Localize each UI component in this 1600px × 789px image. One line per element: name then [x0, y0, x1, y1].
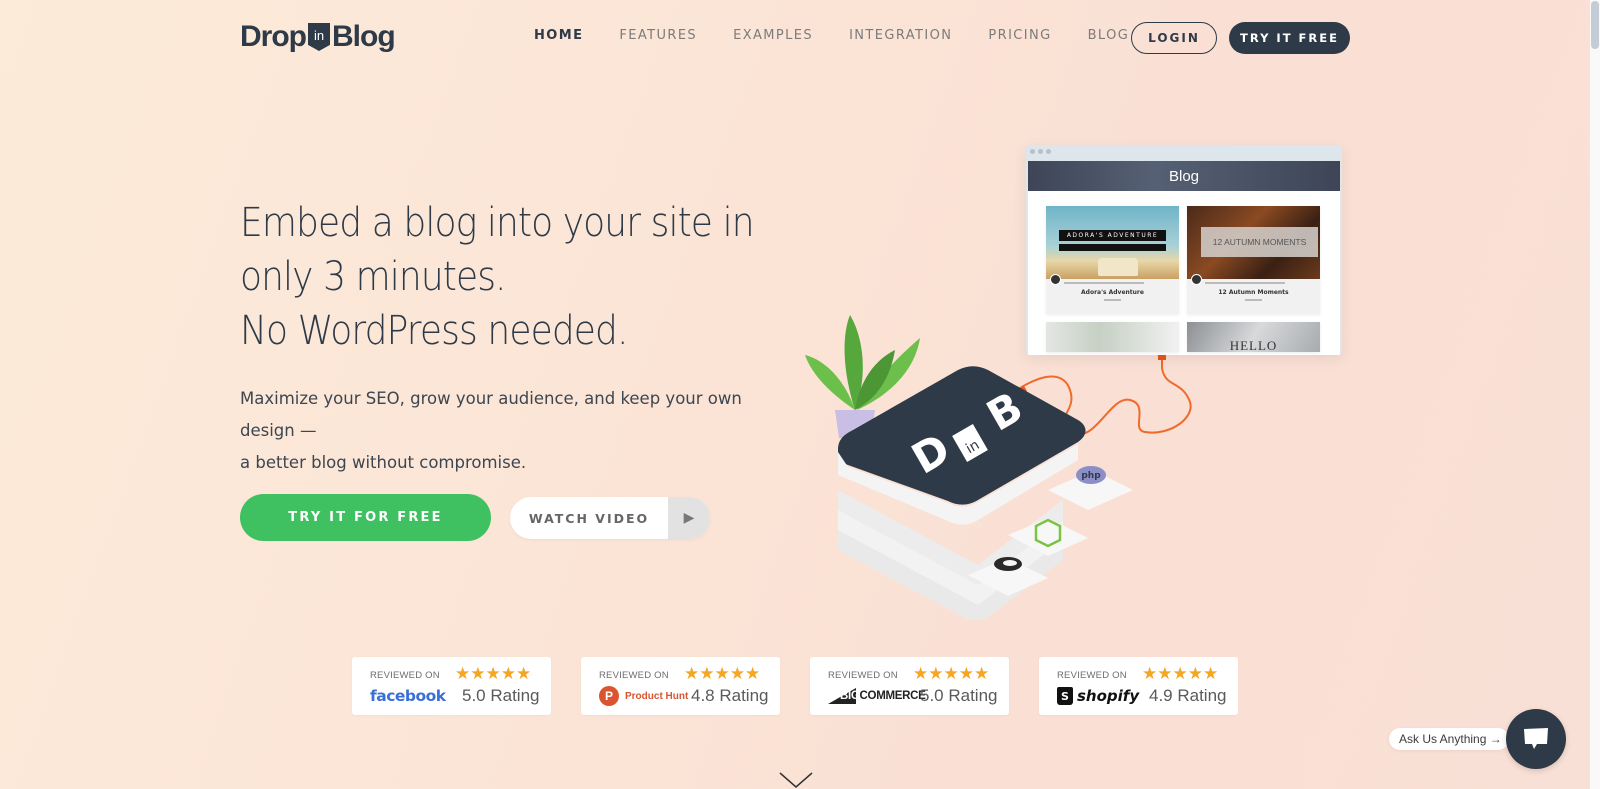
review-card-facebook[interactable]: REVIEWED ON ★★★★★ facebook 5.0 Rating — [352, 657, 551, 715]
watch-video-label: WATCH VIDEO — [528, 510, 650, 526]
chat-bubble-icon — [1524, 728, 1548, 749]
van-image — [1098, 258, 1138, 276]
main-nav: HOME FEATURES EXAMPLES INTEGRATION PRICI… — [534, 28, 1165, 43]
blog-banner: Blog — [1028, 161, 1340, 191]
review-badges: REVIEWED ON ★★★★★ facebook 5.0 Rating RE… — [352, 657, 1238, 715]
nav-home[interactable]: HOME — [534, 28, 583, 43]
star-rating: ★★★★★ — [684, 664, 761, 684]
blog-card — [1046, 322, 1179, 352]
dropinblog-server-stack: php D in B — [838, 366, 1133, 620]
rating-value: 4.9 Rating — [1149, 686, 1227, 705]
hero-title-line: Embed a blog into your site in — [240, 200, 755, 246]
rating-value: 5.0 Rating — [462, 686, 540, 705]
review-card-shopify[interactable]: REVIEWED ON ★★★★★ S shopify 4.9 Rating — [1039, 657, 1238, 715]
nav-features[interactable]: FEATURES — [619, 28, 697, 43]
dropinblog-logo[interactable]: Drop in Blog — [240, 20, 396, 54]
landing-page: Drop in Blog HOME FEATURES EXAMPLES INTE… — [0, 0, 1590, 789]
hero-title: Embed a blog into your site in only 3 mi… — [240, 196, 800, 358]
review-card-producthunt[interactable]: REVIEWED ON ★★★★★ P Product Hunt 4.8 Rat… — [581, 657, 780, 715]
svg-text:php: php — [1081, 471, 1101, 481]
star-rating: ★★★★★ — [913, 664, 990, 684]
reviewed-on-label: REVIEWED ON — [828, 670, 898, 681]
reviewed-on-label: REVIEWED ON — [1057, 670, 1127, 681]
review-card-bigcommerce[interactable]: REVIEWED ON ★★★★★ BIG COMMERCE 5.0 Ratin… — [810, 657, 1009, 715]
play-icon: ▶ — [668, 497, 710, 539]
scrollbar-thumb[interactable] — [1591, 1, 1599, 49]
hero-title-line: only 3 minutes. — [240, 254, 507, 300]
author-avatar — [1191, 274, 1202, 285]
browser-window-dots — [1030, 149, 1051, 154]
reviewed-on-label: REVIEWED ON — [599, 670, 669, 681]
producthunt-icon: P — [599, 686, 619, 706]
star-rating: ★★★★★ — [1142, 664, 1219, 684]
blog-card: 12 AUTUMN MOMENTS 12 Autumn Moments — [1187, 206, 1320, 314]
nav-examples[interactable]: EXAMPLES — [733, 28, 813, 43]
hero-subtitle-line: a better blog without compromise. — [240, 453, 527, 472]
try-it-free-button[interactable]: TRY IT FREE — [1229, 22, 1350, 54]
rating-value: 4.8 Rating — [691, 686, 769, 705]
hero-subtitle: Maximize your SEO, grow your audience, a… — [240, 383, 800, 479]
shopify-logo: S shopify — [1057, 685, 1139, 707]
rating-value: 5.0 Rating — [920, 686, 998, 705]
ask-us-anything-prompt[interactable]: Ask Us Anything → — [1389, 728, 1509, 750]
blog-card: ADORA'S ADVENTURE Adora's Adventure — [1046, 206, 1179, 314]
card-image-text: 12 AUTUMN MOMENTS — [1201, 227, 1318, 257]
scroll-down-chevron-icon[interactable] — [778, 771, 814, 789]
login-button[interactable]: LOGIN — [1131, 22, 1217, 54]
logo-text-blog: Blog — [332, 20, 396, 53]
logo-badge: in — [308, 23, 330, 51]
hero-subtitle-line: Maximize your SEO, grow your audience, a… — [240, 389, 742, 440]
bigcommerce-logo: BIG COMMERCE — [828, 685, 926, 707]
nav-pricing[interactable]: PRICING — [988, 28, 1051, 43]
star-rating: ★★★★★ — [455, 664, 532, 684]
facebook-logo: facebook — [370, 687, 446, 705]
nav-integration[interactable]: INTEGRATION — [849, 28, 952, 43]
hero-illustration: Blog ADORA'S ADVENTURE Adora's Adventure — [805, 140, 1350, 620]
producthunt-logo: P Product Hunt — [599, 685, 688, 707]
blog-browser-mockup: Blog ADORA'S ADVENTURE Adora's Adventure — [1026, 145, 1342, 355]
chat-launcher-button[interactable] — [1506, 709, 1566, 769]
shopify-bag-icon: S — [1057, 687, 1073, 705]
watch-video-button[interactable]: WATCH VIDEO ▶ — [510, 497, 710, 539]
card-image-text: ADORA'S ADVENTURE — [1059, 230, 1166, 241]
card-title: 12 Autumn Moments — [1218, 289, 1289, 296]
card-image-text: HELLO — [1229, 338, 1278, 353]
reviewed-on-label: REVIEWED ON — [370, 670, 440, 681]
blog-card-grid: ADORA'S ADVENTURE Adora's Adventure 12 A… — [1046, 206, 1320, 353]
try-it-for-free-button[interactable]: TRY IT FOR FREE — [240, 494, 491, 541]
author-avatar — [1050, 274, 1061, 285]
card-title: Adora's Adventure — [1081, 289, 1144, 296]
nav-blog[interactable]: BLOG — [1088, 28, 1130, 43]
blog-card: HELLO — [1187, 322, 1320, 353]
logo-text-drop: Drop — [240, 20, 307, 53]
page-scrollbar[interactable] — [1590, 0, 1600, 789]
hero-title-line: No WordPress needed. — [240, 308, 628, 354]
